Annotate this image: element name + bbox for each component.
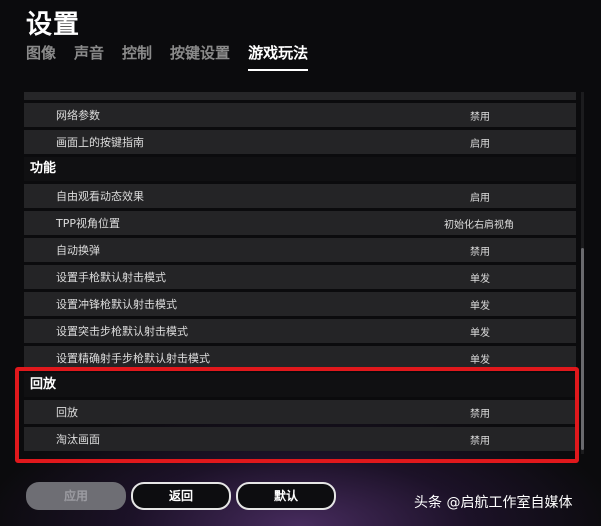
setting-label: 回放 [56, 406, 78, 419]
scrollbar-thumb[interactable] [581, 248, 584, 450]
setting-value[interactable]: 初始化右肩视角 [409, 216, 549, 231]
settings-panel: 网络参数 禁用 画面上的按键指南 启用 功能 自由观看动态效果 启用 TPP视角… [24, 92, 576, 460]
setting-row-ar-fire-mode[interactable]: 设置突击步枪默认射击模式 单发 [24, 319, 576, 343]
setting-row-dmr-fire-mode[interactable]: 设置精确射手步枪默认射击模式 单发 [24, 346, 576, 370]
setting-value[interactable]: 单发 [454, 324, 506, 339]
section-header-replay: 回放 [24, 373, 576, 397]
setting-row-network-params[interactable]: 网络参数 禁用 [24, 103, 576, 127]
back-button[interactable]: 返回 [131, 482, 231, 510]
setting-row-auto-reload[interactable]: 自动换弹 禁用 [24, 238, 576, 262]
setting-label: 设置突击步枪默认射击模式 [56, 325, 188, 338]
watermark-text: 头条 @启航工作室自媒体 [414, 495, 573, 511]
page-title: 设置 [26, 10, 81, 40]
setting-label: 设置手枪默认射击模式 [56, 271, 166, 284]
setting-label: TPP视角位置 [56, 217, 120, 230]
setting-row-onscreen-key-guide[interactable]: 画面上的按键指南 启用 [24, 130, 576, 154]
setting-row-freelook-effect[interactable]: 自由观看动态效果 启用 [24, 184, 576, 208]
tab-gameplay[interactable]: 游戏玩法 [248, 42, 309, 71]
setting-value[interactable]: 单发 [454, 297, 506, 312]
setting-value[interactable]: 启用 [454, 135, 506, 150]
setting-value[interactable]: 禁用 [454, 405, 506, 420]
setting-value[interactable]: 单发 [454, 270, 506, 285]
setting-label: 网络参数 [56, 109, 100, 122]
scrollbar-track[interactable] [581, 92, 584, 454]
partially-hidden-row [24, 92, 576, 100]
setting-value[interactable]: 禁用 [454, 108, 506, 123]
setting-row-smg-fire-mode[interactable]: 设置冲锋枪默认射击模式 单发 [24, 292, 576, 316]
setting-label: 设置冲锋枪默认射击模式 [56, 298, 177, 311]
tab-graphics[interactable]: 图像 [26, 42, 56, 71]
setting-row-elimination-screen[interactable]: 淘汰画面 禁用 [24, 427, 576, 451]
setting-value[interactable]: 启用 [454, 189, 506, 204]
apply-button[interactable]: 应用 [26, 482, 126, 510]
section-header-function: 功能 [24, 157, 576, 181]
tab-control[interactable]: 控制 [122, 42, 152, 71]
setting-label: 设置精确射手步枪默认射击模式 [56, 352, 210, 365]
setting-row-pistol-fire-mode[interactable]: 设置手枪默认射击模式 单发 [24, 265, 576, 289]
setting-label: 自动换弹 [56, 244, 100, 257]
tab-bar: 图像 声音 控制 按键设置 游戏玩法 [26, 42, 309, 71]
setting-label: 淘汰画面 [56, 433, 100, 446]
setting-row-tpp-camera-position[interactable]: TPP视角位置 初始化右肩视角 [24, 211, 576, 235]
setting-value[interactable]: 单发 [454, 351, 506, 366]
setting-value[interactable]: 禁用 [454, 243, 506, 258]
setting-value[interactable]: 禁用 [454, 432, 506, 447]
default-button[interactable]: 默认 [236, 482, 336, 510]
setting-row-replay[interactable]: 回放 禁用 [24, 400, 576, 424]
tab-keybindings[interactable]: 按键设置 [170, 42, 230, 71]
tab-sound[interactable]: 声音 [74, 42, 104, 71]
setting-label: 画面上的按键指南 [56, 136, 144, 149]
setting-label: 自由观看动态效果 [56, 190, 144, 203]
